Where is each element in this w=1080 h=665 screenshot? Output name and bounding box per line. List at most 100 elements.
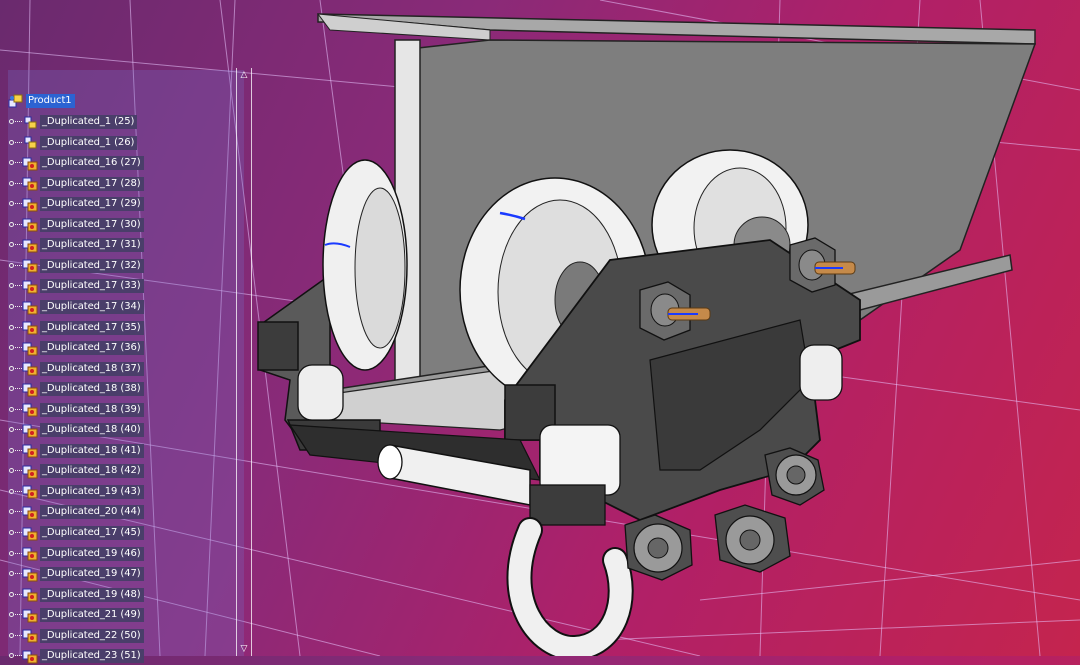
tree-item-label: _Duplicated_19 (48) xyxy=(40,587,144,602)
product-icon xyxy=(24,136,37,149)
tree-item[interactable]: _Duplicated_17 (28) xyxy=(0,175,144,193)
tree-expand-node[interactable] xyxy=(0,545,22,563)
tree-expand-node[interactable] xyxy=(0,627,22,645)
shackle-hook[interactable] xyxy=(506,517,634,661)
tree-expand-node[interactable] xyxy=(0,565,22,583)
tree-expand-node[interactable] xyxy=(0,462,22,480)
tree-item[interactable]: _Duplicated_21 (49) xyxy=(0,606,144,624)
tree-expand-node[interactable] xyxy=(0,154,22,172)
specification-tree: Product1 _Duplicated_1 (25) _Duplicated_1… xyxy=(0,0,240,664)
tree-item[interactable]: _Duplicated_18 (42) xyxy=(0,462,144,480)
tree-item-label: _Duplicated_17 (45) xyxy=(40,526,144,540)
tree-item[interactable]: _Duplicated_19 (43) xyxy=(0,483,144,501)
tree-expand-node[interactable] xyxy=(0,339,22,357)
part-icon xyxy=(22,362,38,376)
tree-expand-node[interactable] xyxy=(0,257,22,275)
tree-item[interactable]: _Duplicated_17 (35) xyxy=(0,319,144,337)
scroll-up-arrow-icon[interactable]: △ xyxy=(239,70,249,80)
part-icon xyxy=(22,321,38,335)
part-icon xyxy=(22,383,38,397)
tree-item-label: _Duplicated_17 (35) xyxy=(40,320,144,335)
tree-item-label: _Duplicated_17 (31) xyxy=(40,238,144,253)
tree-item-label: _Duplicated_17 (32) xyxy=(40,258,144,273)
tree-item-label: _Duplicated_16 (27) xyxy=(40,156,144,171)
part-icon xyxy=(22,485,38,499)
tree-item[interactable]: _Duplicated_19 (47) xyxy=(0,565,144,583)
tree-item-label: _Duplicated_19 (46) xyxy=(40,546,144,561)
tree-item-label: _Duplicated_17 (30) xyxy=(40,217,144,232)
tree-item[interactable]: _Duplicated_17 (30) xyxy=(0,216,144,234)
tree-item[interactable]: _Duplicated_17 (29) xyxy=(0,195,144,213)
tree-expand-node[interactable] xyxy=(0,319,22,337)
tree-expand-node[interactable] xyxy=(0,442,22,460)
tree-item-label: _Duplicated_18 (37) xyxy=(40,361,144,376)
tree-item[interactable]: _Duplicated_23 (51) xyxy=(0,647,144,665)
part-icon xyxy=(22,239,38,253)
tree-item-label: _Duplicated_18 (41) xyxy=(40,443,144,458)
part-icon xyxy=(22,280,38,294)
scroll-down-arrow-icon[interactable]: ▽ xyxy=(239,644,249,654)
tree-expand-node[interactable] xyxy=(0,503,22,521)
tree-item[interactable]: _Duplicated_18 (40) xyxy=(0,421,144,439)
part-icon xyxy=(22,527,38,540)
tree-expand-node[interactable] xyxy=(0,524,22,542)
tree-expand-node[interactable] xyxy=(0,647,22,665)
tree-item[interactable]: _Duplicated_17 (36) xyxy=(0,339,144,357)
tree-item[interactable]: _Duplicated_17 (32) xyxy=(0,257,144,275)
part-icon xyxy=(22,568,38,582)
tree-root-product[interactable]: Product1 xyxy=(8,92,75,110)
tree-item[interactable]: _Duplicated_17 (34) xyxy=(0,298,144,316)
tree-root-label: Product1 xyxy=(26,94,75,108)
part-icon xyxy=(22,301,38,314)
tree-item[interactable]: _Duplicated_19 (48) xyxy=(0,586,144,604)
tree-item-label: _Duplicated_23 (51) xyxy=(40,649,144,664)
lower-roller-right[interactable] xyxy=(799,344,843,401)
tree-item[interactable]: _Duplicated_17 (31) xyxy=(0,236,144,254)
lower-roller-left[interactable] xyxy=(297,364,344,421)
trolley-wheel-left[interactable] xyxy=(322,159,408,371)
product-icon xyxy=(24,116,37,128)
tree-item[interactable]: _Duplicated_20 (44) xyxy=(0,503,144,521)
tree-item-label: _Duplicated_19 (47) xyxy=(40,567,144,582)
tree-expand-node[interactable] xyxy=(0,586,22,604)
tree-item-label: _Duplicated_18 (42) xyxy=(40,464,144,479)
tree-item[interactable]: _Duplicated_16 (27) xyxy=(0,154,144,172)
tree-item[interactable]: _Duplicated_18 (39) xyxy=(0,401,144,419)
tree-expand-node[interactable] xyxy=(0,606,22,624)
tree-expand-node[interactable] xyxy=(0,401,22,419)
tree-expand-node[interactable] xyxy=(0,421,22,439)
part-icon xyxy=(22,588,38,602)
part-icon xyxy=(22,424,38,438)
product-icon xyxy=(8,94,23,107)
tree-expand-node[interactable] xyxy=(0,380,22,398)
tree-item[interactable]: _Duplicated_22 (50) xyxy=(0,627,144,645)
tree-expand-node[interactable] xyxy=(0,216,22,234)
tree-expand-node[interactable] xyxy=(0,195,22,213)
tree-item[interactable]: _Duplicated_1 (25) xyxy=(0,113,138,131)
part-icon xyxy=(22,506,38,520)
tree-item[interactable]: _Duplicated_18 (38) xyxy=(0,380,144,398)
tree-expand-node[interactable] xyxy=(0,360,22,378)
castle-nut-3[interactable] xyxy=(714,504,791,573)
tree-item[interactable]: _Duplicated_18 (37) xyxy=(0,360,144,378)
tree-item-label: _Duplicated_18 (38) xyxy=(40,382,144,397)
part-icon xyxy=(22,342,38,356)
tree-item[interactable]: _Duplicated_17 (33) xyxy=(0,277,144,295)
tree-expand-node[interactable] xyxy=(0,277,22,295)
part-icon xyxy=(22,157,38,171)
tree-expand-node[interactable] xyxy=(0,113,22,131)
tree-expand-node[interactable] xyxy=(0,236,22,254)
tree-item[interactable]: _Duplicated_17 (45) xyxy=(0,524,144,542)
tree-item[interactable]: _Duplicated_19 (46) xyxy=(0,545,144,563)
tree-item-label: _Duplicated_19 (43) xyxy=(40,484,144,499)
tree-expand-node[interactable] xyxy=(0,175,22,193)
castle-nut-2[interactable] xyxy=(624,514,693,581)
tree-item[interactable]: _Duplicated_18 (41) xyxy=(0,442,144,460)
tree-item-label: _Duplicated_17 (29) xyxy=(40,197,144,212)
tree-expand-node[interactable] xyxy=(0,134,22,152)
tree-expand-node[interactable] xyxy=(0,483,22,501)
castle-nut-1[interactable] xyxy=(764,447,825,506)
tree-expand-node[interactable] xyxy=(0,298,22,316)
tree-item-label: _Duplicated_17 (33) xyxy=(40,279,144,294)
tree-item[interactable]: _Duplicated_1 (26) xyxy=(0,134,138,152)
